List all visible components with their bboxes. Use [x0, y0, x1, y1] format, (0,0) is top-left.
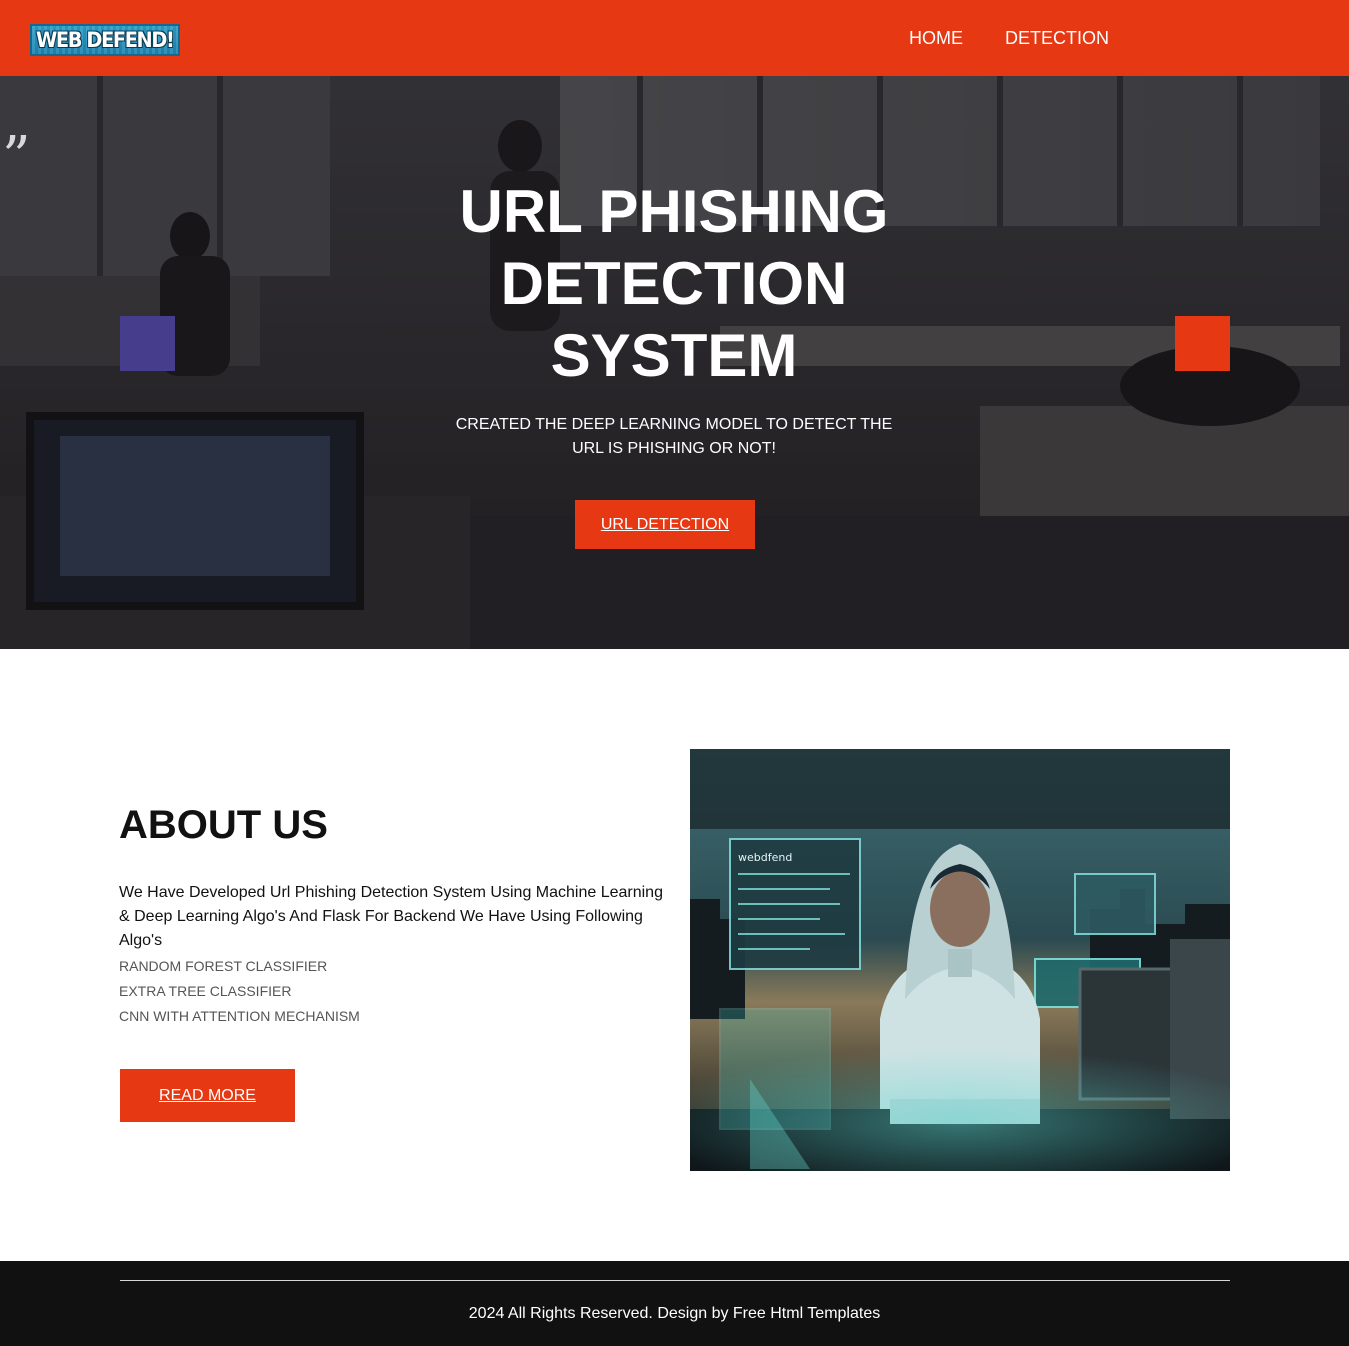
footer-copyright: 2024 All Rights Reserved. Design by Free… [468, 1305, 881, 1322]
hero-title-line1: URL PHISHING [459, 178, 889, 245]
hacker-illustration-svg: webdfend [690, 749, 1230, 1171]
hacker-illustration-image: webdfend [690, 749, 1230, 1171]
decorative-square-orange [1175, 316, 1230, 371]
hero-section: ” URL PHISHING DETECTION SYSTEM CREATED … [0, 76, 1349, 649]
hero-title: URL PHISHING DETECTION SYSTEM [424, 176, 924, 392]
quote-mark-icon: ” [2, 125, 31, 190]
main-nav: HOME DETECTION [909, 26, 1109, 50]
list-item: RANDOM FOREST CLASSIFIER [119, 958, 328, 974]
hero-subtitle: CREATED THE DEEP LEARNING MODEL TO DETEC… [455, 416, 893, 457]
algorithm-list: RANDOM FOREST CLASSIFIER EXTRA TREE CLAS… [119, 954, 360, 1029]
top-navbar: WEB DEFEND! HOME DETECTION [0, 0, 1349, 76]
about-title: ABOUT US [119, 803, 328, 847]
nav-detection-link[interactable]: DETECTION [1005, 26, 1109, 50]
site-footer: 2024 All Rights Reserved. Design by Free… [0, 1261, 1349, 1346]
list-item: EXTRA TREE CLASSIFIER [119, 983, 292, 999]
nav-home-link[interactable]: HOME [909, 26, 963, 50]
site-logo[interactable]: WEB DEFEND! [30, 24, 180, 56]
decorative-square-purple [120, 316, 175, 371]
read-more-button[interactable]: READ MORE [120, 1069, 295, 1122]
footer-divider [120, 1280, 1230, 1281]
hero-title-line2: DETECTION [500, 250, 848, 317]
url-detection-button[interactable]: URL DETECTION [575, 500, 755, 549]
list-item: CNN WITH ATTENTION MECHANISM [119, 1008, 360, 1024]
logo-text: WEB DEFEND! [36, 28, 175, 52]
screen-label: webdfend [738, 851, 792, 864]
hero-title-line3: SYSTEM [550, 322, 798, 389]
about-description: We Have Developed Url Phishing Detection… [119, 884, 663, 949]
